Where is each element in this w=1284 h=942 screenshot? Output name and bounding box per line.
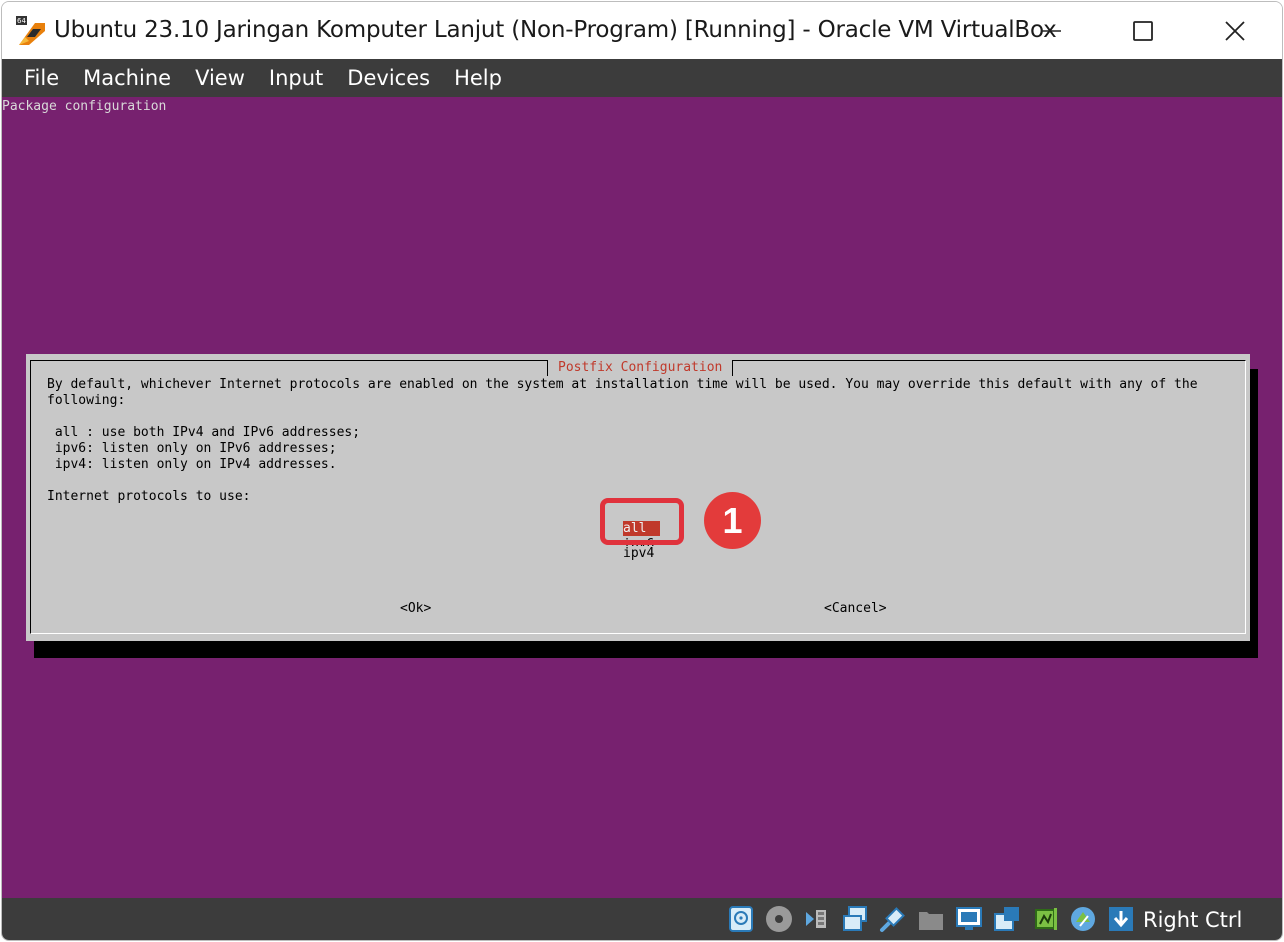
display-icon[interactable] — [952, 902, 986, 936]
host-key-label: Right Ctrl — [1143, 908, 1243, 932]
postfix-configuration-dialog: Postfix Configuration By default, whiche… — [26, 354, 1250, 641]
menu-help[interactable]: Help — [442, 59, 514, 97]
hard-disk-icon[interactable] — [724, 902, 758, 936]
annotation-step-badge: 1 — [704, 492, 761, 549]
keyboard-icon[interactable] — [1104, 902, 1138, 936]
maximize-icon — [1133, 20, 1153, 41]
virtualbox-window: 64 Ubuntu 23.10 Jaringan Komputer Lanjut… — [1, 1, 1283, 941]
mouse-integration-icon[interactable] — [1066, 902, 1100, 936]
shared-folders-icon[interactable] — [914, 902, 948, 936]
capture-icon[interactable] — [990, 902, 1024, 936]
window-title: Ubuntu 23.10 Jaringan Komputer Lanjut (N… — [54, 17, 1057, 43]
virtualbox-vm-icon: 64 — [15, 15, 48, 48]
menu-bar: File Machine View Input Devices Help — [2, 59, 1282, 97]
close-icon — [1225, 20, 1245, 41]
option-ipv4-label: ipv4 — [623, 546, 655, 561]
close-button[interactable] — [1189, 2, 1281, 59]
vm-display[interactable]: Package configuration Postfix Configurat… — [2, 97, 1282, 898]
package-configuration-header: Package configuration — [2, 99, 167, 114]
usb-icon[interactable] — [876, 902, 910, 936]
dialog-title: Postfix Configuration — [547, 360, 734, 376]
optical-drive-icon[interactable] — [762, 902, 796, 936]
option-ipv4[interactable]: ipv4 — [623, 546, 683, 562]
option-ipv6[interactable]: ipv6 — [623, 537, 683, 546]
status-bar: Right Ctrl — [2, 898, 1282, 940]
minimize-icon — [1041, 29, 1061, 32]
svg-text:64: 64 — [17, 17, 26, 25]
protocol-options-list: all ipv6 ipv4 — [623, 521, 683, 562]
menu-file[interactable]: File — [12, 59, 71, 97]
option-ipv6-label: ipv6 — [623, 537, 655, 546]
menu-devices[interactable]: Devices — [335, 59, 442, 97]
audio-icon[interactable] — [800, 902, 834, 936]
ok-button[interactable]: <Ok> — [400, 601, 431, 616]
option-all-label: all — [623, 521, 661, 536]
menu-input[interactable]: Input — [257, 59, 335, 97]
network-icon[interactable] — [838, 902, 872, 936]
menu-machine[interactable]: Machine — [71, 59, 183, 97]
dialog-frame: Postfix Configuration By default, whiche… — [30, 360, 1246, 634]
minimize-button[interactable] — [1005, 2, 1097, 59]
title-bar[interactable]: 64 Ubuntu 23.10 Jaringan Komputer Lanjut… — [2, 2, 1282, 59]
menu-view[interactable]: View — [183, 59, 257, 97]
maximize-button[interactable] — [1097, 2, 1189, 59]
option-all[interactable]: all — [623, 521, 683, 537]
cancel-button[interactable]: <Cancel> — [824, 601, 887, 616]
cpu-icon[interactable] — [1028, 902, 1062, 936]
dialog-description: By default, whichever Internet protocols… — [47, 377, 1198, 504]
